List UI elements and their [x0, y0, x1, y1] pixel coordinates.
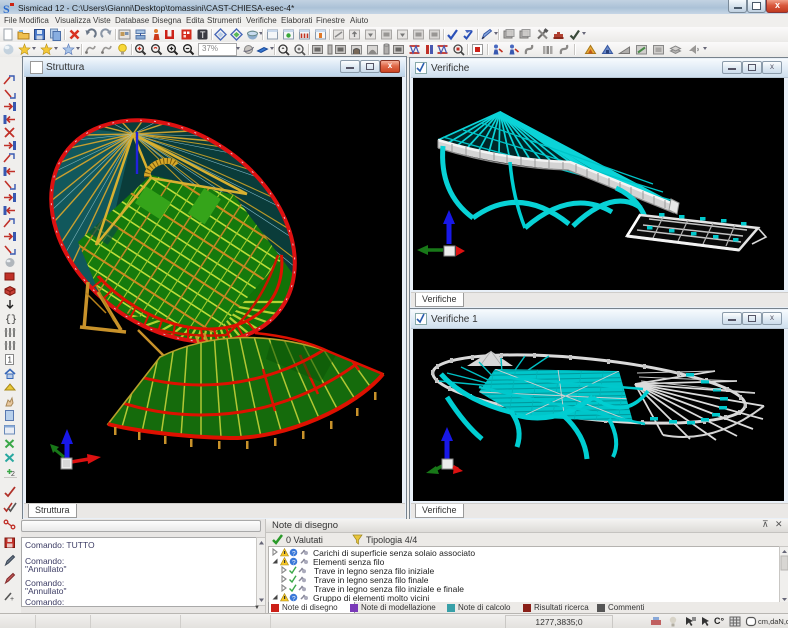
- svg-text:T: T: [200, 30, 206, 40]
- svg-text:?: ?: [292, 550, 296, 557]
- svg-text:?: ?: [292, 559, 296, 566]
- svg-text:+: +: [10, 596, 14, 603]
- svg-text:1: 1: [8, 356, 13, 365]
- svg-text:?: ?: [292, 595, 296, 602]
- svg-text:S: S: [3, 3, 10, 14]
- svg-text:{}: {}: [5, 314, 17, 325]
